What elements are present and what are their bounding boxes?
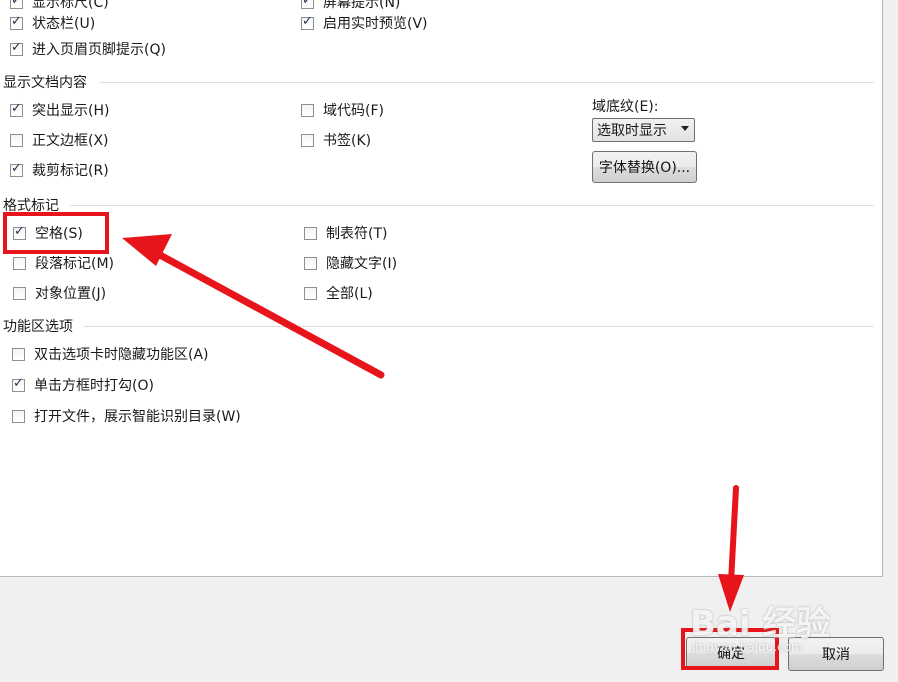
baidu-watermark-url: jingyan.baidu.com [692,640,803,654]
arrow-to-ok [718,485,744,612]
annotation-arrows [122,234,744,612]
arrow-to-spaces [122,234,385,379]
baidu-watermark-logo: Bai 经验 [690,604,831,644]
